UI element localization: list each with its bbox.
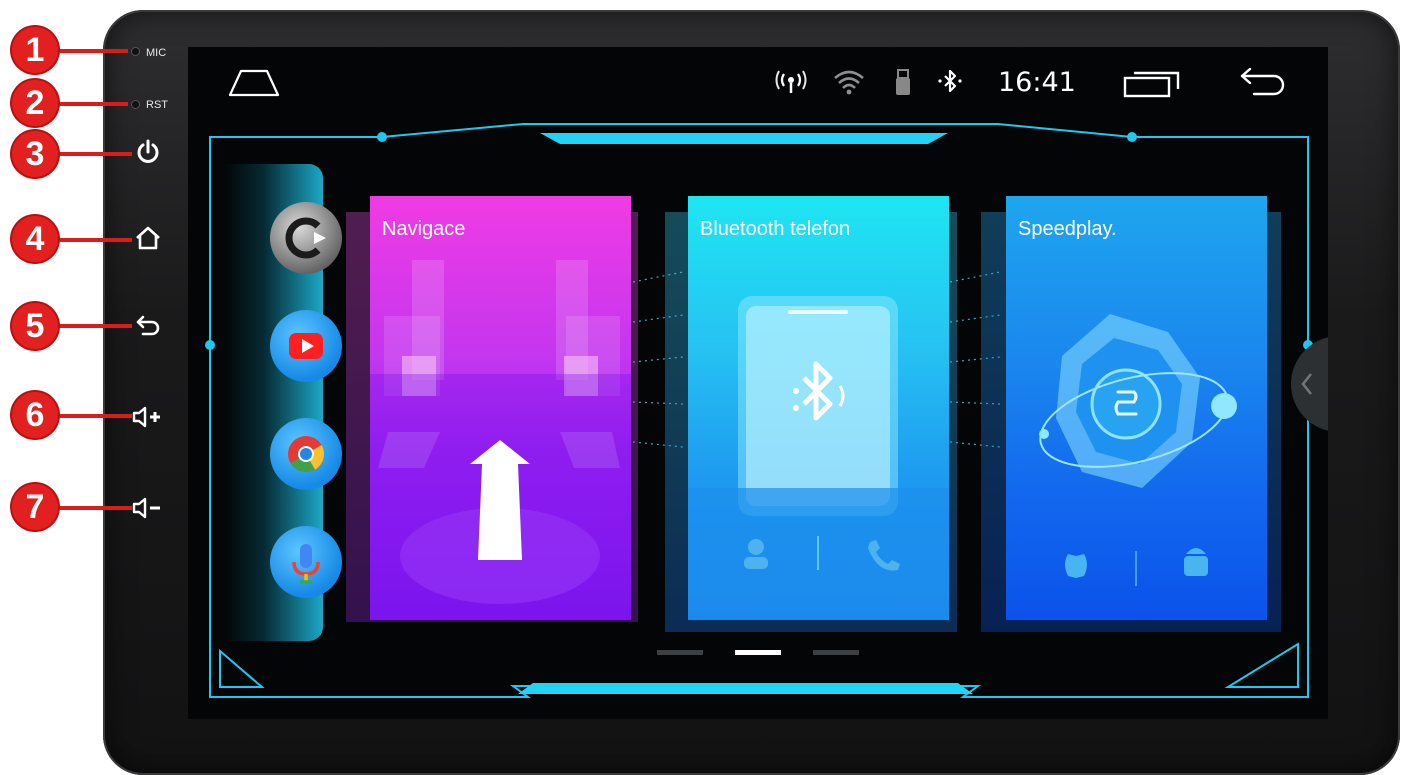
volume-up-icon[interactable] <box>131 402 165 432</box>
marker-7: 7 <box>12 484 58 530</box>
speedplay-card-title: Speedplay. <box>1018 218 1117 240</box>
speedplay-icon <box>1039 314 1237 586</box>
page-indicator-1[interactable] <box>657 650 703 655</box>
marker-line-1 <box>48 49 128 53</box>
marker-line-3 <box>48 152 132 156</box>
home-icon[interactable] <box>226 65 282 106</box>
mic-hole <box>131 47 140 56</box>
marker-6: 6 <box>12 392 58 438</box>
head-unit-screen: 16:41 Navigace Bluetooth telefon Speedpl… <box>188 47 1328 719</box>
bluetooth-phone-icon <box>688 296 949 620</box>
speedplay-card[interactable]: Speedplay. <box>1006 196 1267 620</box>
rst-label: RST <box>146 99 168 111</box>
youtube-app[interactable] <box>270 310 342 382</box>
mic-label: MIC <box>146 47 167 59</box>
marker-line-6 <box>48 414 132 418</box>
marker-line-2 <box>48 102 128 106</box>
marker-1: 1 <box>12 27 58 73</box>
youtube-icon <box>289 333 323 359</box>
app-dock <box>224 164 342 641</box>
voice-assistant-app[interactable] <box>270 526 342 598</box>
navigation-card-title: Navigace <box>382 218 466 240</box>
marker-5: 5 <box>12 303 58 349</box>
page-indicator-2[interactable] <box>735 650 781 655</box>
side-panel-handle[interactable] <box>1291 336 1328 432</box>
home-icon[interactable] <box>133 223 163 253</box>
bluetooth-phone-card[interactable]: Bluetooth telefon <box>688 196 949 620</box>
page-indicator-3[interactable] <box>813 650 859 655</box>
chrome-app[interactable] <box>270 418 342 490</box>
reset-hole[interactable] <box>131 100 140 109</box>
back-icon[interactable] <box>1238 65 1290 106</box>
microphone-icon <box>292 544 320 584</box>
marker-line-4 <box>48 238 132 242</box>
recent-apps-icon[interactable] <box>1122 65 1184 106</box>
volume-down-icon[interactable] <box>131 493 165 523</box>
navigation-arrow-icon <box>370 260 631 620</box>
power-icon[interactable] <box>133 137 163 167</box>
navigation-card[interactable]: Navigace <box>370 196 631 620</box>
chrome-icon <box>288 436 324 473</box>
status-clock: 16:41 <box>998 67 1076 98</box>
bluetooth-phone-card-title: Bluetooth telefon <box>700 218 851 240</box>
carplay-app[interactable] <box>270 202 342 274</box>
marker-line-5 <box>48 324 132 328</box>
marker-4: 4 <box>12 216 58 262</box>
marker-2: 2 <box>12 80 58 126</box>
usb-icon <box>894 67 912 102</box>
wifi-icon <box>833 69 865 100</box>
hotspot-icon <box>775 69 807 100</box>
chevron-left-icon <box>1301 373 1312 395</box>
status-bar: 16:41 <box>188 47 1328 119</box>
marker-3: 3 <box>12 131 58 177</box>
bluetooth-icon <box>936 67 966 102</box>
marker-line-7 <box>48 506 132 510</box>
back-icon[interactable] <box>133 310 163 340</box>
carplay-icon <box>285 217 326 259</box>
